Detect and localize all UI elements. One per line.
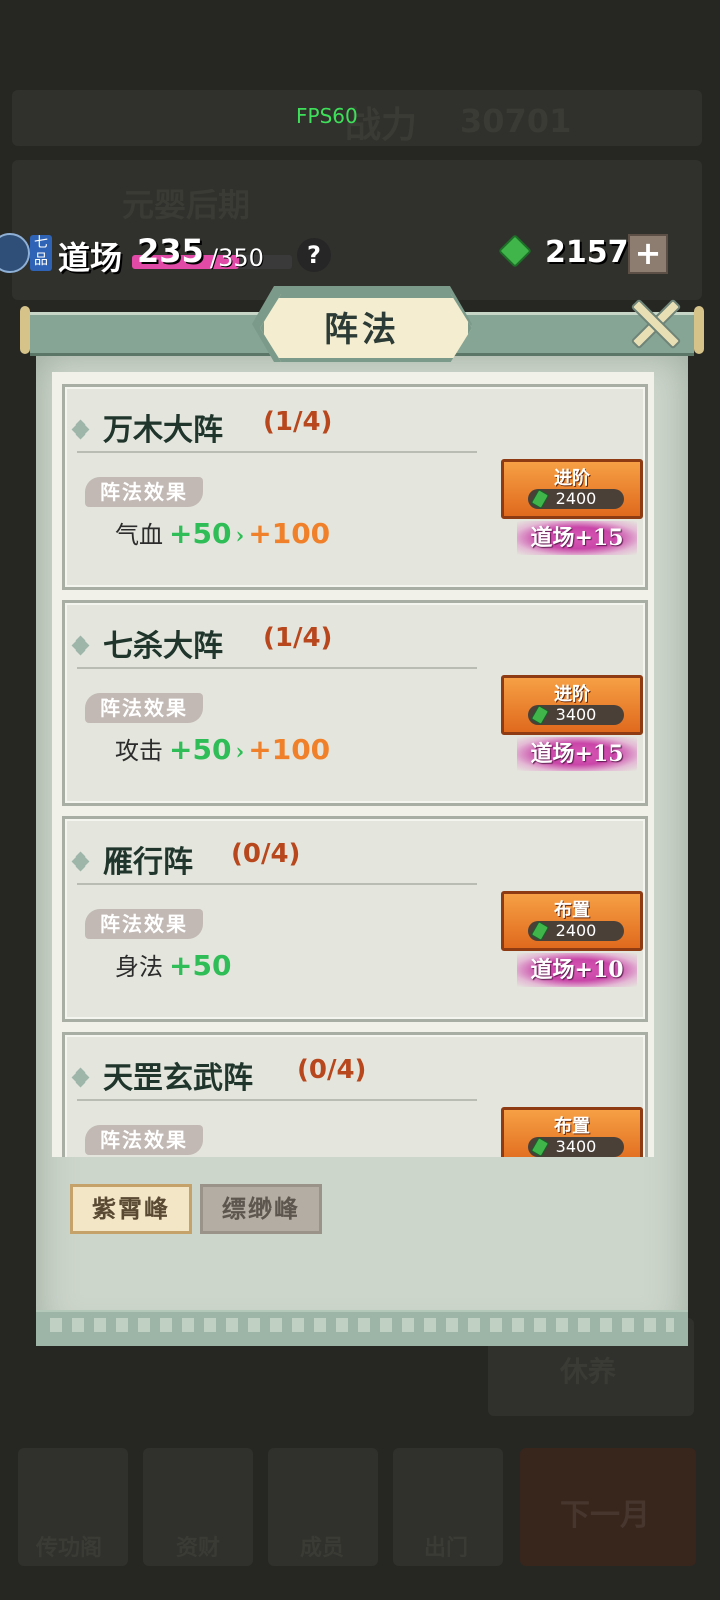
divider: [77, 451, 477, 453]
formation-progress: (0/4): [231, 839, 301, 869]
effect-tag: 阵法效果: [85, 909, 203, 939]
stat-line: 身法 +50: [115, 947, 231, 982]
tab-zixiao-peak[interactable]: 紫霄峰: [70, 1184, 192, 1234]
formation-name: 七杀大阵: [103, 629, 223, 664]
modal-title: 阵法: [324, 310, 400, 350]
dojo-bonus: 道场+15: [517, 737, 637, 771]
scroll-rail-cap-left: [20, 306, 30, 354]
fret-pattern: [50, 1318, 674, 1332]
dojo-label: 道场: [58, 239, 123, 277]
fps-counter: FPS60: [296, 104, 358, 128]
stat-name: 身法: [115, 953, 163, 981]
stat-value: +50: [169, 733, 232, 766]
deploy-button[interactable]: 布置 3400: [501, 1107, 643, 1157]
deploy-button[interactable]: 布置 2400: [501, 891, 643, 951]
formation-progress: (0/4): [297, 1055, 367, 1085]
formation-progress: (1/4): [263, 407, 333, 437]
stat-next-value: +100: [248, 517, 331, 550]
formation-name: 雁行阵: [103, 845, 193, 880]
action-label: 布置: [554, 1116, 590, 1137]
formation-card: 雁行阵 (0/4) 阵法效果 身法 +50 布置 2400 道场+10: [62, 816, 648, 1022]
upgrade-button[interactable]: 进阶 2400: [501, 459, 643, 519]
tab-piaomiao-peak[interactable]: 缥缈峰: [200, 1184, 322, 1234]
diamond-ornament-icon: [71, 419, 90, 440]
divider: [77, 883, 477, 885]
dojo-current: 235: [137, 232, 204, 270]
stat-name: 攻击: [115, 737, 163, 765]
stat-value: +50: [169, 949, 232, 982]
dojo-max: /350: [210, 244, 264, 272]
formation-list[interactable]: 万木大阵 (1/4) 阵法效果 气血 +50 › +100 进阶 2400 道场+15…: [52, 372, 654, 1157]
formation-card: 七杀大阵 (1/4) 阵法效果 攻击 +50 › +100 进阶 3400 道场+15: [62, 600, 648, 806]
diamond-ornament-icon: [71, 1067, 90, 1088]
stat-value: +50: [169, 517, 232, 550]
formation-name: 万木大阵: [103, 413, 223, 448]
stat-line: 攻击 +50 › +100: [115, 731, 330, 766]
close-button[interactable]: [630, 298, 682, 350]
arrow-right-icon: ›: [235, 523, 245, 549]
divider: [77, 667, 477, 669]
formation-card: 天罡玄武阵 (0/4) 阵法效果 布置 3400: [62, 1032, 648, 1157]
gem-count: 2157: [545, 235, 629, 270]
formation-card: 万木大阵 (1/4) 阵法效果 气血 +50 › +100 进阶 2400 道场+15: [62, 384, 648, 590]
help-button[interactable]: ?: [297, 238, 331, 272]
formation-name: 天罡玄武阵: [103, 1061, 253, 1096]
stat-next-value: +100: [248, 733, 331, 766]
effect-tag: 阵法效果: [85, 693, 203, 723]
effect-tag: 阵法效果: [85, 477, 203, 507]
arrow-right-icon: ›: [235, 739, 245, 765]
divider: [77, 1099, 477, 1101]
diamond-ornament-icon: [71, 635, 90, 656]
action-label: 进阶: [554, 468, 590, 489]
stat-line: 气血 +50 › +100: [115, 515, 330, 550]
diamond-ornament-icon: [71, 851, 90, 872]
add-gems-button[interactable]: +: [628, 234, 668, 274]
action-label: 布置: [554, 900, 590, 921]
formation-progress: (1/4): [263, 623, 333, 653]
action-label: 进阶: [554, 684, 590, 705]
scroll-rail-cap-right: [694, 306, 704, 354]
dojo-bonus: 道场+15: [517, 521, 637, 555]
upgrade-button[interactable]: 进阶 3400: [501, 675, 643, 735]
dojo-bonus: 道场+10: [517, 953, 637, 987]
stat-name: 气血: [115, 521, 163, 549]
rank-badge: 七品: [30, 235, 52, 271]
effect-tag: 阵法效果: [85, 1125, 203, 1155]
